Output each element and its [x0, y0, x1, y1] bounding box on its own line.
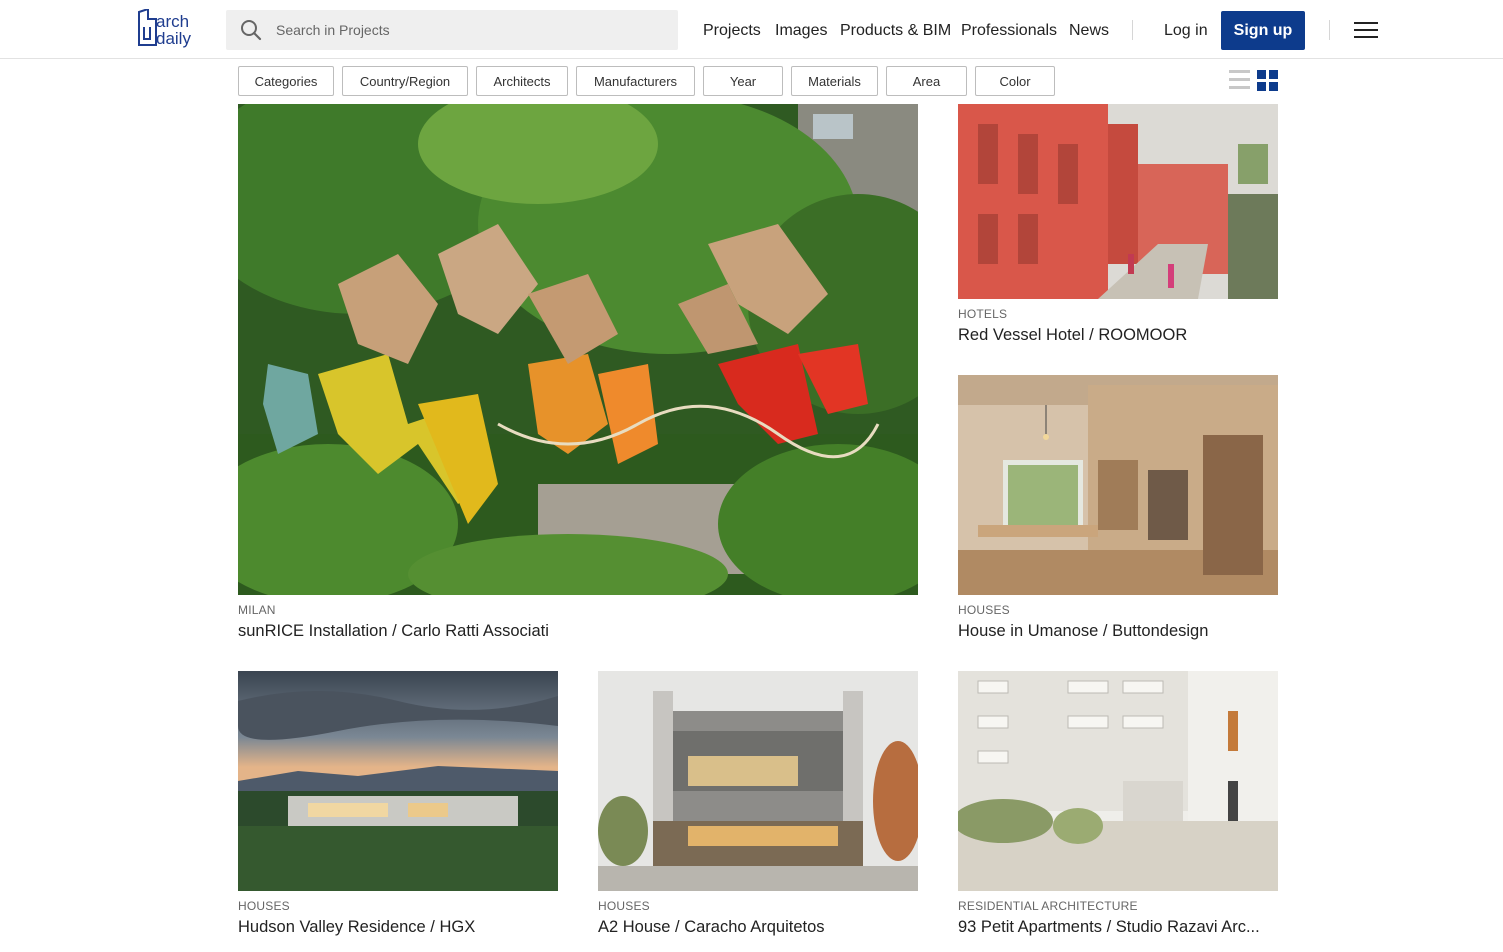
project-title[interactable]: Hudson Valley Residence / HGX: [238, 918, 558, 937]
filter-area[interactable]: Area: [886, 66, 967, 96]
search-input[interactable]: [276, 10, 666, 50]
search-bar[interactable]: [226, 10, 678, 50]
nav-products-bim[interactable]: Products & BIM: [840, 20, 951, 42]
nav-divider: [1329, 20, 1330, 40]
project-image-wood-interior[interactable]: [958, 375, 1278, 595]
project-image-red-hotel-courtyard[interactable]: [958, 104, 1278, 299]
filter-manufacturers[interactable]: Manufacturers: [576, 66, 695, 96]
hamburger-menu-icon[interactable]: [1354, 20, 1379, 40]
grid-view-icon[interactable]: [1257, 70, 1278, 91]
project-category: HOUSES: [598, 899, 650, 913]
project-image-concrete-house[interactable]: [598, 671, 918, 891]
list-view-icon[interactable]: [1229, 70, 1250, 90]
search-icon: [241, 20, 262, 41]
project-category: MILAN: [238, 603, 276, 617]
nav-news[interactable]: News: [1069, 20, 1109, 42]
project-title[interactable]: 93 Petit Apartments / Studio Razavi Arc.…: [958, 918, 1278, 937]
project-image-apartment-courtyard[interactable]: [958, 671, 1278, 891]
project-category: HOUSES: [958, 603, 1010, 617]
filter-architects[interactable]: Architects: [476, 66, 568, 96]
nav-projects[interactable]: Projects: [703, 20, 761, 42]
filter-country-region[interactable]: Country/Region: [342, 66, 468, 96]
signup-button[interactable]: Sign up: [1221, 11, 1305, 50]
project-title[interactable]: House in Umanose / Buttondesign: [958, 622, 1278, 641]
project-category: RESIDENTIAL ARCHITECTURE: [958, 899, 1138, 913]
project-category: HOTELS: [958, 307, 1008, 321]
nav-professionals[interactable]: Professionals: [961, 20, 1057, 42]
project-title[interactable]: sunRICE Installation / Carlo Ratti Assoc…: [238, 622, 908, 641]
project-category: HOUSES: [238, 899, 290, 913]
archdaily-logo[interactable]: arch daily: [136, 9, 208, 51]
logo-text-daily: daily: [156, 29, 191, 48]
filter-color[interactable]: Color: [975, 66, 1055, 96]
login-link[interactable]: Log in: [1164, 20, 1208, 42]
filter-year[interactable]: Year: [703, 66, 783, 96]
nav-divider: [1132, 20, 1133, 40]
nav-images[interactable]: Images: [775, 20, 827, 42]
logo-text-arch: arch: [156, 12, 190, 31]
filter-materials[interactable]: Materials: [791, 66, 878, 96]
site-header: arch daily Projects Images Products & BI…: [0, 0, 1503, 59]
project-title[interactable]: A2 House / Caracho Arquitetos: [598, 918, 918, 937]
project-image-dusk-residence[interactable]: [238, 671, 558, 891]
filter-categories[interactable]: Categories: [238, 66, 334, 96]
project-image-garden-installation[interactable]: [238, 104, 918, 595]
project-title[interactable]: Red Vessel Hotel / ROOMOOR: [958, 326, 1278, 345]
